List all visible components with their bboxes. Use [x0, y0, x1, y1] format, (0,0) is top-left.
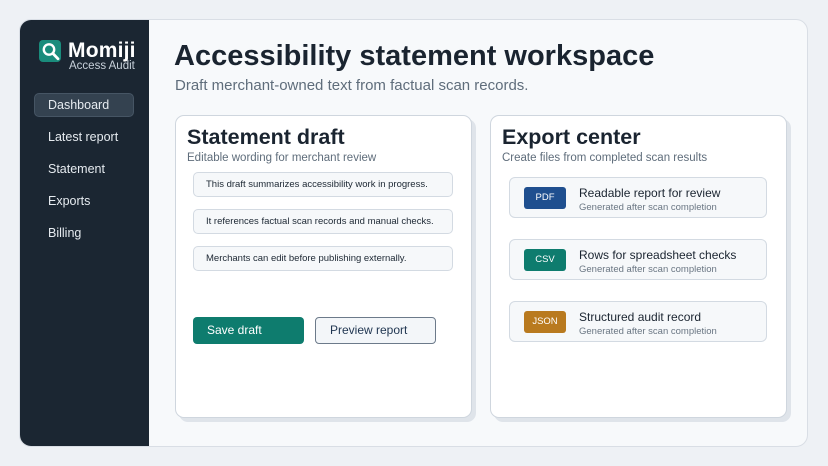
statement-draft-card: Statement draft Editable wording for mer… — [175, 115, 472, 418]
brand[interactable]: Momiji Access Audit — [39, 39, 149, 90]
csv-badge: CSV — [524, 249, 566, 271]
sidebar-item-exports[interactable]: Exports — [34, 189, 134, 213]
export-subtitle: Generated after scan completion — [579, 202, 717, 213]
page-title: Accessibility statement workspace — [174, 40, 655, 72]
preview-report-button[interactable]: Preview report — [315, 317, 436, 344]
magnifier-icon — [39, 40, 61, 62]
export-item-pdf[interactable]: PDF Readable report for review Generated… — [509, 177, 767, 218]
card-subtitle: Editable wording for merchant review — [187, 152, 377, 164]
draft-text-line[interactable]: This draft summarizes accessibility work… — [193, 172, 453, 197]
app-window: Momiji Access Audit Dashboard Latest rep… — [19, 19, 808, 447]
card-subtitle: Create files from completed scan results — [502, 152, 708, 164]
sidebar-item-latest-report[interactable]: Latest report — [34, 125, 134, 149]
export-title: Readable report for review — [579, 186, 721, 200]
brand-subtitle: Access Audit — [69, 60, 135, 72]
sidebar-item-billing[interactable]: Billing — [34, 221, 134, 245]
export-subtitle: Generated after scan completion — [579, 264, 717, 275]
json-badge: JSON — [524, 311, 566, 333]
draft-text-line[interactable]: It references factual scan records and m… — [193, 209, 453, 234]
sidebar-item-statement[interactable]: Statement — [34, 157, 134, 181]
export-title: Structured audit record — [579, 310, 702, 324]
card-title: Export center — [502, 125, 641, 149]
pdf-badge: PDF — [524, 187, 566, 209]
card-title: Statement draft — [187, 125, 345, 149]
export-subtitle: Generated after scan completion — [579, 326, 717, 337]
sidebar-nav: Dashboard Latest report Statement Export… — [34, 93, 134, 253]
export-item-csv[interactable]: CSV Rows for spreadsheet checks Generate… — [509, 239, 767, 280]
export-center-card: Export center Create files from complete… — [490, 115, 787, 418]
page-subtitle: Draft merchant-owned text from factual s… — [175, 77, 529, 94]
sidebar: Momiji Access Audit Dashboard Latest rep… — [20, 20, 149, 446]
export-title: Rows for spreadsheet checks — [579, 248, 737, 262]
draft-text-line[interactable]: Merchants can edit before publishing ext… — [193, 246, 453, 271]
export-item-json[interactable]: JSON Structured audit record Generated a… — [509, 301, 767, 342]
save-draft-button[interactable]: Save draft — [193, 317, 304, 344]
sidebar-item-dashboard[interactable]: Dashboard — [34, 93, 134, 117]
